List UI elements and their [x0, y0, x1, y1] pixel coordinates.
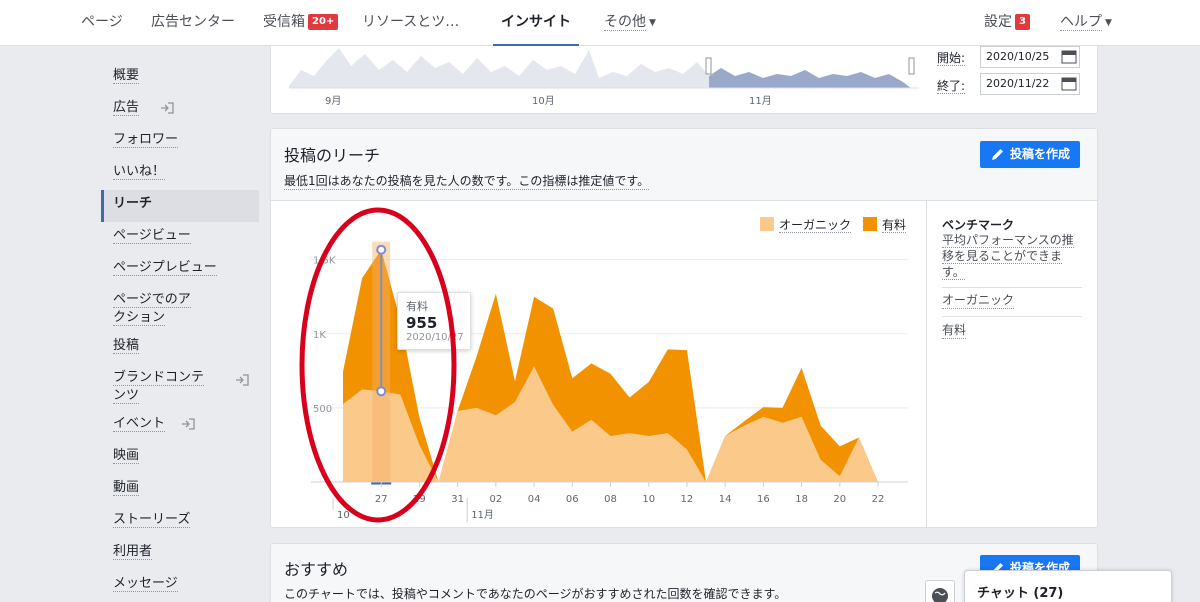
- nav-resources[interactable]: リソースとツ…: [362, 0, 459, 46]
- divider: [942, 316, 1082, 317]
- nav-page[interactable]: ページ: [81, 0, 123, 46]
- caret-down-icon: ▼: [649, 18, 656, 28]
- sidebar-item-page-views[interactable]: ページビュー: [101, 222, 259, 254]
- nav-insights[interactable]: インサイト: [493, 0, 579, 47]
- post-reach-header: 投稿のリーチ 最低1回はあなたの投稿を見た人の数です。この指標は推定値です。 投…: [271, 129, 1097, 201]
- sidebar-item-likes[interactable]: いいね！: [101, 158, 259, 190]
- inbox-badge: 20+: [308, 14, 339, 30]
- range-month-label: 10月: [532, 95, 555, 107]
- sidebar-item-page-previews[interactable]: ページプレビュー: [101, 254, 259, 286]
- sidebar-item-videos[interactable]: 動画: [101, 474, 259, 506]
- sidebar-item-overview[interactable]: 概要: [101, 62, 259, 94]
- range-month-label: 9月: [325, 95, 341, 107]
- start-date-label: 開始:: [937, 51, 966, 66]
- sidebar-item-ads[interactable]: 広告: [101, 94, 259, 126]
- chat-label: チャット (27): [977, 586, 1064, 601]
- x-tick-label: 08: [604, 494, 617, 505]
- x-tick-label: 16: [757, 494, 770, 505]
- nav-settings[interactable]: 設定 3: [984, 0, 1030, 46]
- insights-sidebar: 概要 広告 フォロワー いいね！ リーチ ページビュー ページプレビュー ページ…: [101, 62, 259, 602]
- x-tick-label: 18: [795, 494, 808, 505]
- sidebar-item-posts[interactable]: 投稿: [101, 332, 259, 364]
- start-date-input[interactable]: 2020/10/25: [980, 46, 1080, 68]
- external-link-icon: [161, 102, 174, 114]
- range-handle-right-icon: [908, 57, 915, 75]
- create-post-button[interactable]: 投稿を作成: [980, 141, 1081, 168]
- sidebar-item-messages[interactable]: メッセージ: [101, 570, 259, 602]
- sidebar-item-followers[interactable]: フォロワー: [101, 126, 259, 158]
- recommendations-subtitle: このチャートでは、投稿やコメントであなたのページがおすすめされた回数を確認できま…: [284, 587, 787, 601]
- benchmark-paid-link[interactable]: 有料: [942, 321, 967, 339]
- sidebar-item-stories[interactable]: ストーリーズ: [101, 506, 259, 538]
- sidebar-item-reach[interactable]: リーチ: [101, 190, 259, 222]
- sidebar-item-events[interactable]: イベント: [101, 410, 259, 442]
- calendar-icon[interactable]: [1061, 50, 1077, 64]
- external-link-icon: [236, 374, 249, 386]
- nav-ad-center[interactable]: 広告センター: [151, 0, 235, 46]
- pencil-icon: [992, 149, 1003, 160]
- range-month-label: 11月: [749, 95, 772, 107]
- settings-badge: 3: [1015, 14, 1030, 30]
- red-annotation-circle: [299, 207, 457, 523]
- nav-inbox[interactable]: 受信箱 20+: [263, 0, 339, 46]
- top-navigation: ページ 広告センター 受信箱 20+ リソースとツ… インサイト その他 ▼ 設定 3…: [0, 0, 1200, 47]
- x-tick-label: 04: [528, 494, 541, 505]
- x-tick-label: 10: [642, 494, 655, 505]
- post-reach-subtitle: 最低1回はあなたの投稿を見た人の数です。この指標は推定値です。: [284, 174, 650, 190]
- sidebar-item-branded-content[interactable]: ブランドコンテンツ: [101, 364, 259, 410]
- nav-more[interactable]: その他 ▼: [604, 0, 656, 46]
- end-date-label: 終了:: [937, 79, 966, 94]
- divider: [942, 287, 1082, 288]
- x-tick-label: 14: [719, 494, 732, 505]
- benchmark-organic-link[interactable]: オーガニック: [942, 291, 1015, 309]
- recommendations-title: おすすめ: [284, 560, 349, 579]
- benchmark-panel: ベンチマーク 平均パフォーマンスの推移を見ることができます。 オーガニック 有料: [926, 200, 1097, 527]
- end-date-input[interactable]: 2020/11/22: [980, 73, 1080, 95]
- chat-bar[interactable]: チャット (27): [964, 570, 1172, 602]
- globe-icon[interactable]: [925, 580, 955, 602]
- x-tick-label: 20: [833, 494, 846, 505]
- post-reach-title: 投稿のリーチ: [284, 146, 381, 165]
- x-tick-label: 06: [566, 494, 579, 505]
- range-overview-area-selected: [709, 68, 911, 88]
- x-tick-label: 02: [489, 494, 502, 505]
- range-handle-left-icon: [705, 57, 712, 75]
- nav-help[interactable]: ヘルプ ▼: [1060, 0, 1112, 46]
- range-overview-chart[interactable]: 9月 10月 11月: [289, 46, 919, 108]
- x-tick-label: 22: [872, 494, 885, 505]
- calendar-icon[interactable]: [1061, 77, 1077, 91]
- external-link-icon: [182, 418, 195, 430]
- sidebar-item-people[interactable]: 利用者: [101, 538, 259, 570]
- x-tick-label: 12: [681, 494, 694, 505]
- benchmark-description[interactable]: 平均パフォーマンスの推移を見ることができます。: [942, 232, 1082, 280]
- date-range-card: 9月 10月 11月 開始: 2020/10/25 終了: 2020/11/22: [270, 46, 1098, 114]
- range-overview-area-left: [289, 48, 709, 88]
- sidebar-item-page-actions[interactable]: ページでのアクション: [101, 286, 213, 332]
- caret-down-icon: ▼: [1105, 18, 1112, 28]
- sidebar-item-movies[interactable]: 映画: [101, 442, 259, 474]
- benchmark-title: ベンチマーク: [942, 218, 1015, 232]
- x-month-label: 11月: [471, 509, 494, 521]
